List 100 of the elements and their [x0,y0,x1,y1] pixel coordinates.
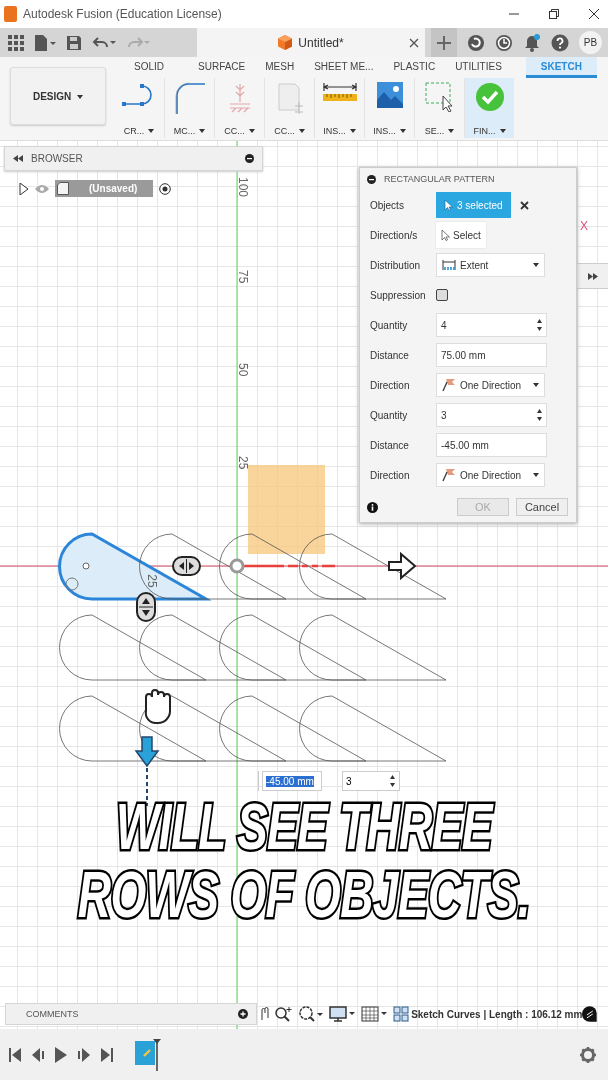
caret-icon [148,129,155,133]
tool-group-button[interactable]: INS... [314,78,364,138]
sketch-profile[interactable] [219,533,367,600]
distance-field[interactable]: -45.00 mm [436,433,547,457]
clear-icon[interactable] [519,200,529,210]
axis-label: X [580,219,588,233]
spinner-arrows-icon[interactable] [536,316,543,334]
field-label: Distribution [370,259,422,271]
close-tab-icon[interactable] [409,37,419,48]
sketch-canvas[interactable] [0,141,608,1029]
timeline-sketch-icon[interactable] [135,1039,161,1071]
next-step-icon[interactable] [78,1048,90,1062]
cancel-button[interactable]: Cancel [516,498,568,516]
minimize-panel-icon[interactable] [367,174,376,184]
ruler-label: 50 [236,363,250,377]
field-label: Direction [370,469,411,481]
help-icon[interactable] [551,33,569,52]
plus-icon [436,34,452,51]
tool-group-button[interactable]: CC... [214,78,264,138]
refresh-icon[interactable] [467,33,485,52]
new-tab-button[interactable] [431,28,457,57]
close-icon[interactable] [588,8,600,20]
field-label: Quantity [370,319,409,331]
app-logo-icon [4,6,17,22]
toolbar-tab[interactable]: SURFACE [188,57,256,78]
fillet-icon [174,82,205,114]
workspace-dropdown[interactable]: DESIGN [10,67,106,125]
display-icon[interactable] [329,1006,356,1022]
grid-icon[interactable] [361,1006,388,1022]
save-icon[interactable] [66,34,82,51]
speech-bubble-icon[interactable] [582,1005,598,1023]
play-icon[interactable] [55,1047,67,1063]
apps-grid-icon[interactable] [8,34,24,51]
dimension-input[interactable]: -45.00 mm [262,771,322,791]
distance-field[interactable]: 75.00 mm [436,343,547,367]
toolbar-tab[interactable]: SOLID [124,57,174,78]
tool-group-button[interactable]: INS... [364,78,414,138]
caption-line: ROWS OF OBJECTS. [78,861,530,929]
origin-point[interactable] [229,558,245,574]
image-icon [376,82,403,108]
ruler-label: 100 [236,177,250,198]
expand-icon[interactable] [19,182,29,195]
zoom-window-icon[interactable] [299,1006,324,1022]
tool-group-label: SE... [424,126,445,136]
tool-group-button[interactable]: MC... [164,78,214,138]
comments-panel[interactable]: COMMENTS [5,1003,258,1025]
caret-icon [349,129,356,133]
dropdown[interactable]: One Direction [436,463,545,487]
select-button[interactable]: Select [436,222,486,248]
checkbox[interactable] [436,289,448,301]
spinner-arrows-icon[interactable] [536,406,543,424]
caret-icon [298,129,305,133]
tool-group-label: MC... [173,126,196,136]
clock-icon[interactable] [495,33,513,52]
add-comment-icon[interactable] [238,1009,249,1019]
caret-icon [399,129,406,133]
sketch-profile[interactable] [299,533,447,600]
dimension-input[interactable]: 3 [342,771,400,791]
restore-icon[interactable] [548,8,560,20]
drag-arrow-icon[interactable] [388,551,417,581]
radio-icon[interactable] [159,182,172,195]
caret-icon [533,473,539,477]
collapse-icon[interactable] [13,155,23,162]
viewports-icon[interactable] [393,1006,410,1022]
previous-step-icon[interactable] [32,1048,44,1062]
collapsed-panel[interactable] [575,263,608,289]
down-arrow-icon[interactable] [134,736,160,768]
document-tab[interactable]: Untitled* [197,28,425,57]
last-step-icon[interactable] [101,1048,113,1062]
tool-group-button[interactable]: FIN... [464,78,514,138]
tool-group-label: CC... [224,126,245,136]
dropdown[interactable]: Extent [436,253,545,277]
quantity-spinner[interactable]: 3 [436,403,547,427]
caret-icon [533,263,539,267]
zoom-icon[interactable] [275,1006,294,1022]
first-step-icon[interactable] [9,1048,21,1062]
user-avatar[interactable]: PB [579,31,602,54]
tool-group-label: INS... [373,126,396,136]
dropdown[interactable]: One Direction [436,373,545,397]
tool-group-button[interactable]: CR... [114,78,164,138]
caret-icon [248,129,255,133]
tool-group-button[interactable]: CC... [264,78,314,138]
toolbar-tab[interactable]: PLASTIC [383,57,446,78]
sketch-profile[interactable] [59,695,207,762]
toolbar-tab[interactable]: MESH [255,57,305,78]
field-label: Suppression [370,289,427,301]
minimize-panel-icon[interactable] [245,154,254,163]
spinner-arrows-icon[interactable] [389,773,396,789]
checkmark-icon [474,82,505,112]
caret-icon [77,94,84,99]
expand-panel-icon[interactable] [587,272,598,280]
info-icon[interactable] [367,501,378,513]
toolbar-tab[interactable]: SHEET ME... [304,57,384,78]
bell-icon[interactable] [523,33,541,52]
file-icon[interactable] [34,33,56,52]
quantity-spinner[interactable]: 4 [436,313,547,337]
browser-header[interactable]: BROWSER [4,146,263,171]
pan-hand-icon[interactable] [261,1006,270,1022]
toolbar-tab[interactable]: UTILITIES [445,57,512,78]
settings-icon[interactable] [580,1047,596,1063]
